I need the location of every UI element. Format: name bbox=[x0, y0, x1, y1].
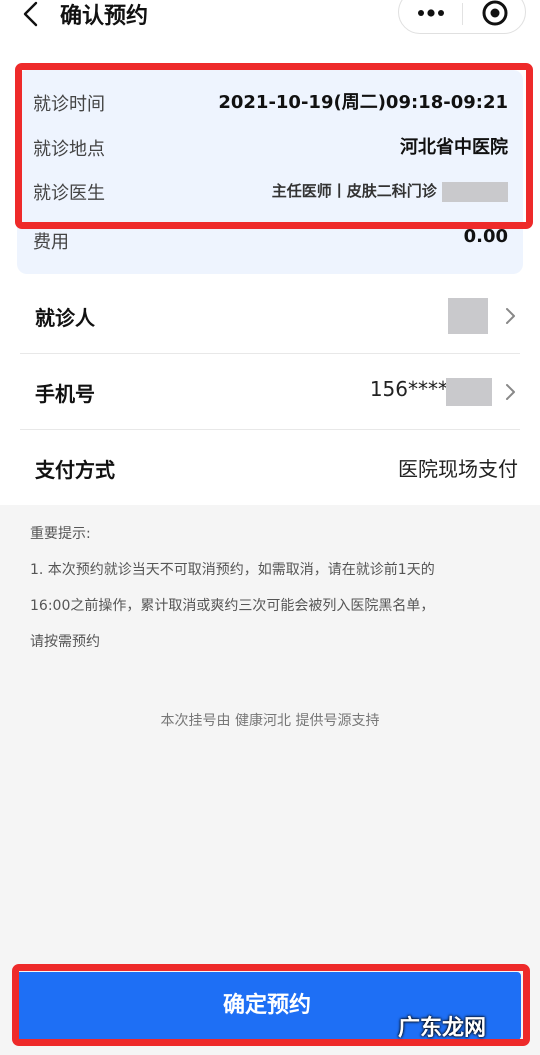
important-notice: 重要提示: 1. 本次预约就诊当天不可取消预约，如需取消，请在就诊前1天的 16… bbox=[30, 516, 510, 660]
patient-label: 就诊人 bbox=[35, 306, 95, 330]
more-dots-icon[interactable] bbox=[413, 0, 449, 27]
patient-row[interactable]: 就诊人 bbox=[20, 278, 520, 354]
phone-label: 手机号 bbox=[35, 382, 95, 406]
phone-value: 156**** bbox=[369, 377, 448, 401]
notice-title: 重要提示: bbox=[30, 526, 91, 542]
capsule-divider bbox=[462, 3, 463, 25]
target-close-icon[interactable] bbox=[479, 0, 511, 29]
chevron-right-icon bbox=[506, 308, 515, 324]
page-title: 确认预约 bbox=[60, 4, 149, 29]
source-support-text: 本次挂号由 健康河北 提供号源支持 bbox=[160, 713, 380, 729]
payment-row[interactable]: 支付方式 医院现场支付 bbox=[20, 430, 520, 506]
notice-line: 请按需预约 bbox=[30, 634, 100, 650]
nav-bar: 确认预约 bbox=[0, 0, 540, 34]
fee-value: 0.00 bbox=[463, 226, 508, 247]
payment-value: 医院现场支付 bbox=[398, 457, 518, 481]
payment-label: 支付方式 bbox=[35, 458, 115, 482]
fee-row: 费用 0.00 bbox=[33, 226, 508, 256]
blurred-phone-digits bbox=[446, 378, 492, 406]
phone-row[interactable]: 手机号 156**** bbox=[20, 354, 520, 430]
highlight-box-info bbox=[15, 63, 533, 229]
notice-line: 1. 本次预约就诊当天不可取消预约，如需取消，请在就诊前1天的 bbox=[30, 562, 435, 578]
chevron-right-icon bbox=[506, 384, 515, 400]
notice-line: 16:00之前操作，累计取消或爽约三次可能会被列入医院黑名单， bbox=[30, 598, 435, 614]
fee-label: 费用 bbox=[33, 232, 69, 253]
blurred-patient-name bbox=[448, 298, 488, 334]
watermark: 广东龙网 bbox=[398, 1016, 487, 1041]
back-arrow-icon[interactable] bbox=[16, 0, 46, 30]
mini-program-capsule bbox=[398, 0, 526, 34]
